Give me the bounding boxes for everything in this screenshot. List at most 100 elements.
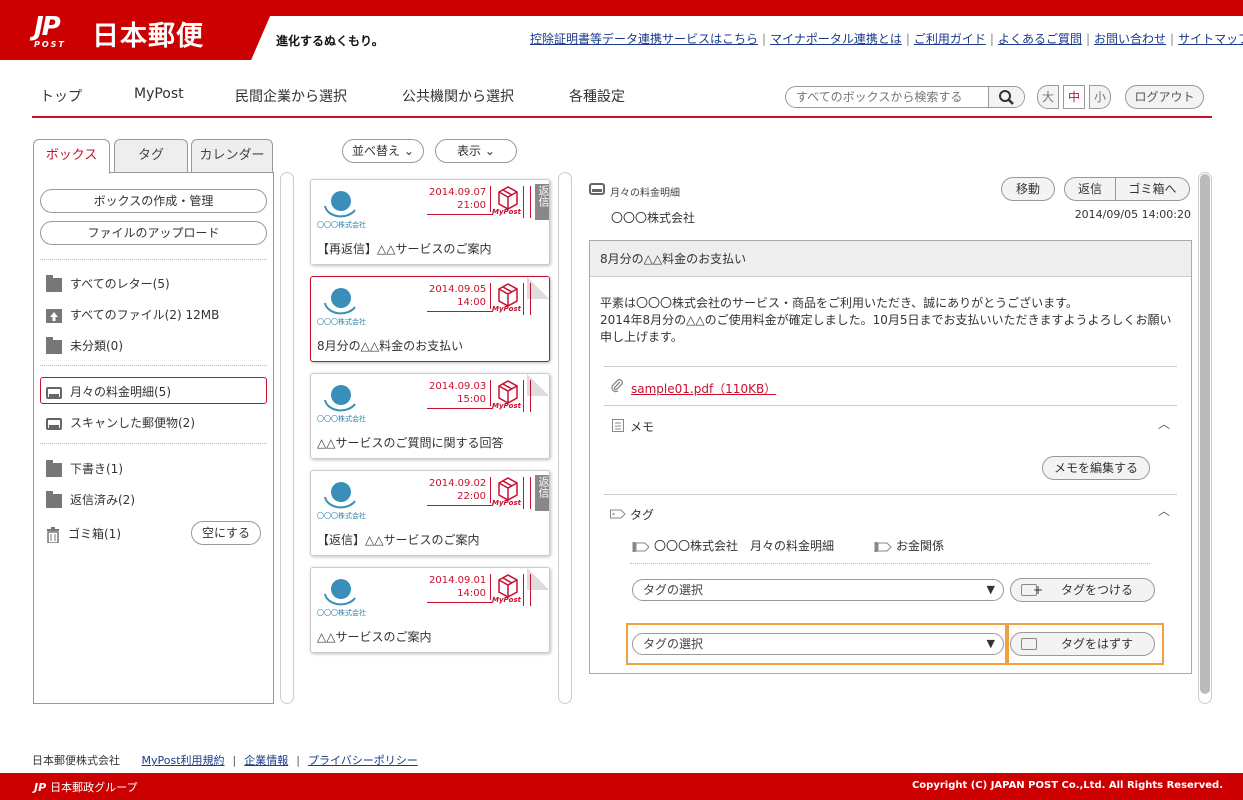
letter-card[interactable]: 〇〇〇株式会社 2014.09.01 14:00 MyPost △△サービスのご案内: [310, 567, 550, 653]
dropdown-arrow-icon: ▼: [986, 583, 995, 596]
sidebar-item-scanned-mail[interactable]: スキャンした郵便物(2): [46, 414, 195, 431]
divider: [40, 365, 267, 366]
footer-link-company[interactable]: 企業情報: [244, 754, 288, 767]
attachment-link[interactable]: sample01.pdf（110KB）: [631, 380, 776, 397]
sidebar-item-drafts[interactable]: 下書き(1): [46, 459, 123, 477]
box-panel: ボックスの作成・管理 ファイルのアップロード すべてのレター(5) すべてのファ…: [33, 172, 274, 704]
red-stripes: [523, 380, 531, 412]
nav-private-companies[interactable]: 民間企業から選択: [235, 86, 347, 106]
letter-card[interactable]: 〇〇〇株式会社 2014.09.05 14:00 MyPost 8月分の△△料金のお支払…: [310, 276, 550, 362]
message-box: 8月分の△△料金のお支払い 平素は〇〇〇株式会社のサービス・商品をご利用いただき…: [589, 240, 1192, 674]
logo-name: 日本郵便: [92, 21, 204, 52]
footer-bar: JP 日本郵政グループ Copyright (C) JAPAN POST Co.,…: [0, 773, 1243, 800]
mypost-label: MyPost: [492, 499, 521, 507]
red-stripes: [523, 283, 531, 315]
sidebar-item-all-files[interactable]: すべてのファイル(2) 12MB: [46, 306, 219, 323]
tag-chip[interactable]: お金関係: [874, 537, 944, 554]
inbox-tray-icon: [46, 417, 62, 430]
mypost-label: MyPost: [492, 596, 521, 604]
paperclip-icon: [610, 379, 624, 396]
add-tag-button[interactable]: + タグをつける: [1010, 578, 1155, 602]
list-scrollbar[interactable]: [558, 172, 572, 704]
tag-select-remove[interactable]: タグの選択 ▼: [632, 633, 1004, 655]
tag-icon: [632, 541, 650, 552]
mypost-label: MyPost: [492, 305, 521, 313]
detail-scroll-thumb[interactable]: [1200, 174, 1210, 694]
message-subject: 8月分の△△料金のお支払い: [590, 241, 1191, 277]
nav-public-agencies[interactable]: 公共機関から選択: [402, 86, 514, 106]
jp-post-logo-icon: JP POST: [34, 12, 66, 49]
logout-button[interactable]: ログアウト: [1125, 85, 1204, 109]
create-manage-box-button[interactable]: ボックスの作成・管理: [40, 189, 267, 213]
header-link-mynaportal[interactable]: マイナポータル連携とは: [770, 32, 902, 46]
company-name: 〇〇〇株式会社: [317, 221, 366, 229]
footer-company: 日本郵便株式会社: [32, 754, 120, 767]
header-link-sitemap[interactable]: サイトマップ: [1178, 32, 1243, 46]
search-input[interactable]: [796, 89, 986, 105]
tag-chip[interactable]: 〇〇〇株式会社 月々の料金明細: [632, 537, 834, 554]
mypost-label: MyPost: [492, 208, 521, 216]
header-link-deduction[interactable]: 控除証明書等データ連携サービスはこちら: [530, 32, 758, 46]
tab-calendar[interactable]: カレンダー: [191, 139, 273, 173]
upload-file-button[interactable]: ファイルのアップロード: [40, 221, 267, 245]
letter-date: 2014.09.01 14:00: [429, 574, 491, 600]
company-name: 〇〇〇株式会社: [317, 512, 366, 520]
remove-tag-button[interactable]: タグをはずす: [1010, 632, 1155, 656]
divider: [604, 405, 1177, 406]
letter-card[interactable]: 〇〇〇株式会社 2014.09.07 21:00 MyPost 【再返信】△△サービスの…: [310, 179, 550, 265]
detail-scrollbar[interactable]: [1198, 172, 1212, 704]
footer-group[interactable]: JP 日本郵政グループ: [34, 779, 138, 795]
letter-card[interactable]: 〇〇〇株式会社 2014.09.03 15:00 MyPost △△サービスのご質問に関…: [310, 373, 550, 459]
reply-button[interactable]: 返信: [1064, 177, 1116, 201]
company-name: 〇〇〇株式会社: [317, 609, 366, 617]
left-scrollbar[interactable]: [280, 172, 294, 704]
folder-icon: [46, 274, 62, 292]
tab-box[interactable]: ボックス: [33, 139, 110, 174]
view-button[interactable]: 表示 ⌄: [435, 139, 517, 163]
letter-date: 2014.09.05 14:00: [429, 283, 491, 309]
red-stripes: [523, 574, 531, 606]
red-stripes: [523, 477, 531, 509]
header-link-contact[interactable]: お問い合わせ: [1094, 32, 1166, 46]
header-links: 控除証明書等データ連携サービスはこちら | マイナポータル連携とは | ご利用ガイド | よ…: [530, 30, 1243, 47]
search-button[interactable]: [988, 87, 1024, 107]
sidebar-item-all-letters[interactable]: すべてのレター(5): [46, 274, 170, 292]
nav-mypost[interactable]: MyPost: [134, 86, 184, 102]
letter-title: 【再返信】△△サービスのご案内: [317, 242, 492, 256]
folder-icon: [46, 336, 62, 354]
sidebar-item-monthly-bills[interactable]: 月々の料金明細(5): [46, 383, 171, 400]
footer-link-privacy[interactable]: プライバシーポリシー: [308, 754, 418, 767]
sort-button[interactable]: 並べ替え ⌄: [342, 139, 424, 163]
logo[interactable]: JP POST 日本郵便: [0, 0, 270, 60]
header-link-faq[interactable]: よくあるご質問: [998, 32, 1082, 46]
move-button[interactable]: 移動: [1001, 177, 1055, 201]
tag-icon: [610, 508, 626, 523]
letter-card[interactable]: 〇〇〇株式会社 2014.09.02 22:00 MyPost 【返信】△△サービスのご…: [310, 470, 550, 556]
collapse-tag-icon[interactable]: ︿: [1158, 502, 1170, 519]
chevron-down-icon: ⌄: [403, 144, 414, 158]
nav-settings[interactable]: 各種設定: [569, 86, 625, 106]
empty-trash-button[interactable]: 空にする: [191, 521, 261, 545]
letter-title: △△サービスのご質問に関する回答: [317, 436, 504, 450]
nav-top[interactable]: トップ: [40, 86, 82, 106]
sidebar-item-trash[interactable]: ゴミ箱(1): [46, 525, 121, 544]
font-size-medium[interactable]: 中: [1063, 85, 1085, 109]
font-size-small[interactable]: 小: [1089, 85, 1111, 109]
nav-underline: [32, 116, 1212, 118]
edit-memo-button[interactable]: メモを編集する: [1042, 456, 1150, 480]
collapse-memo-icon[interactable]: ︿: [1158, 415, 1170, 432]
tag-label: タグ: [630, 508, 655, 522]
divider: [40, 443, 267, 444]
reply-badge: 返信: [535, 475, 549, 511]
footer-link-terms[interactable]: MyPost利用規約: [142, 754, 225, 767]
company-name: 〇〇〇株式会社: [317, 415, 366, 423]
font-size-large[interactable]: 大: [1037, 85, 1059, 109]
sidebar-item-replied[interactable]: 返信済み(2): [46, 490, 135, 508]
header-link-guide[interactable]: ご利用ガイド: [914, 32, 986, 46]
tab-tag[interactable]: タグ: [114, 139, 188, 173]
red-stripes: [523, 186, 531, 218]
search-box: [785, 86, 1025, 108]
tag-select-add[interactable]: タグの選択 ▼: [632, 579, 1004, 601]
sidebar-item-unclassified[interactable]: 未分類(0): [46, 336, 123, 354]
trash-button[interactable]: ゴミ箱へ: [1115, 177, 1190, 201]
